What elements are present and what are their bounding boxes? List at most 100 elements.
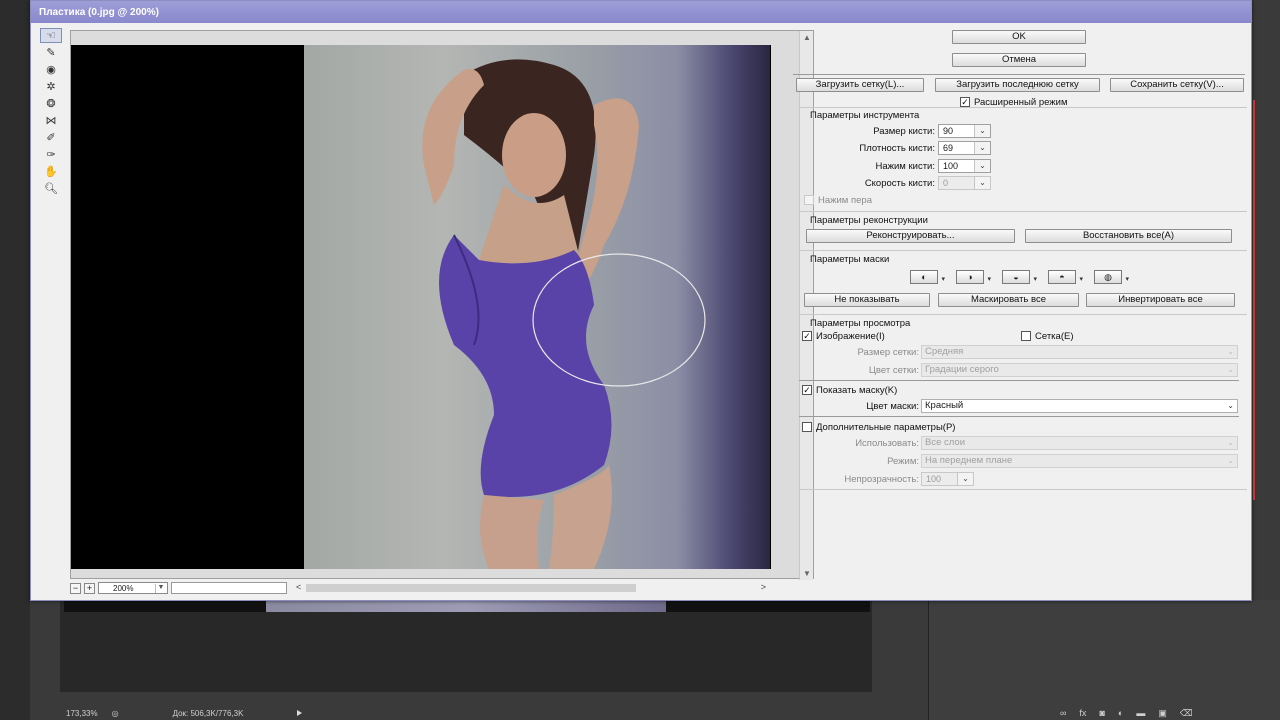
mask-color-label: Цвет маски:: [866, 401, 919, 412]
freeze-mask-tool-icon[interactable]: ✐: [40, 130, 62, 145]
chevron-down-icon: ⌄: [957, 473, 973, 485]
zoom-select[interactable]: 200% ▼: [98, 582, 168, 594]
brush-density-value: 69: [943, 143, 954, 153]
group-folder-icon[interactable]: ▬: [1136, 708, 1145, 719]
brush-rate-label: Скорость кисти:: [864, 178, 935, 189]
document-area: [60, 600, 872, 692]
mask-none-button[interactable]: Не показывать: [804, 293, 930, 307]
mask-replace-button[interactable]: ◐ ▾: [910, 270, 945, 284]
mask-subtract-button[interactable]: ◒ ▾: [1002, 270, 1037, 284]
divider: [799, 489, 1247, 490]
zoom-value: 200%: [113, 583, 134, 593]
scroll-thumb[interactable]: [306, 584, 636, 592]
restore-all-button[interactable]: Восстановить все(А): [1025, 229, 1232, 243]
zoom-in-button[interactable]: +: [84, 582, 95, 594]
mask-invert-icon: ◍: [1104, 271, 1112, 282]
brush-pressure-field[interactable]: 100 ⌄: [938, 159, 991, 173]
brush-density-field[interactable]: 69 ⌄: [938, 141, 991, 155]
brush-rate-value: 0: [943, 178, 949, 188]
preview-canvas[interactable]: [71, 45, 771, 569]
model-photo-illustration: [422, 59, 706, 569]
hand-tool-icon[interactable]: ✋: [40, 164, 62, 179]
advanced-mode-checkbox[interactable]: ✓: [960, 97, 970, 107]
mesh-color-label: Цвет сетки:: [868, 365, 919, 376]
pucker-tool-icon[interactable]: ✲: [40, 79, 62, 94]
divider: [799, 314, 1247, 315]
layer-mask-icon[interactable]: ◙: [1099, 708, 1104, 719]
reconstruct-tool-icon[interactable]: ✎: [40, 45, 62, 60]
chevron-down-icon: ⌄: [1227, 438, 1234, 447]
show-mesh-checkbox[interactable]: [1021, 331, 1031, 341]
push-left-tool-icon[interactable]: ⋈: [40, 113, 62, 128]
chevron-down-icon[interactable]: ⌄: [974, 125, 990, 137]
zoom-bar: − + 200% ▼ < >: [70, 581, 770, 595]
divider: [799, 107, 1247, 108]
show-mesh-label: Сетка(E): [1035, 331, 1074, 342]
brush-pressure-label: Нажим кисти:: [875, 161, 936, 172]
bloat-tool-icon[interactable]: ❂: [40, 96, 62, 111]
chevron-down-icon[interactable]: ⌄: [974, 160, 990, 172]
show-image-checkbox[interactable]: ✓: [802, 331, 812, 341]
status-zoom[interactable]: 173,33%: [66, 709, 98, 718]
document-image-visible-edge: [266, 600, 666, 612]
opacity-field: 100 ⌄: [921, 472, 974, 486]
use-label: Использовать:: [855, 438, 919, 449]
forward-warp-tool-icon[interactable]: ☜: [40, 28, 62, 43]
mask-add-icon: ◑: [967, 272, 973, 282]
zoom-out-button[interactable]: −: [70, 582, 81, 594]
mask-intersect-button[interactable]: ◓ ▾: [1048, 270, 1083, 284]
brush-size-field[interactable]: 90 ⌄: [938, 124, 991, 138]
link-layers-icon[interactable]: ∞: [1060, 708, 1066, 719]
mesh-color-value: Градации серого: [925, 364, 999, 375]
trash-icon[interactable]: ⌫: [1180, 708, 1193, 719]
brush-density-label: Плотность кисти:: [859, 143, 935, 154]
mask-add-button[interactable]: ◑ ▾: [956, 270, 991, 284]
mesh-size-label: Размер сетки:: [857, 347, 919, 358]
divider: [799, 211, 1247, 212]
extras-checkbox[interactable]: [802, 422, 812, 432]
mesh-color-select: Градации серого ⌄: [921, 363, 1238, 377]
thaw-mask-tool-icon[interactable]: ✑: [40, 147, 62, 162]
status-menu-arrow-icon[interactable]: [297, 710, 303, 716]
photoshop-toolbar-strip: [0, 0, 30, 720]
extras-label: Дополнительные параметры(P): [816, 422, 956, 433]
brush-size-label: Размер кисти:: [873, 126, 935, 137]
cancel-button[interactable]: Отмена: [952, 53, 1086, 67]
mesh-size-value: Средняя: [925, 346, 964, 357]
liquify-dialog: Пластика (0.jpg @ 200%) ☜ ✎ ◉ ✲ ❂ ⋈ ✐ ✑ …: [30, 0, 1252, 601]
status-bar: 173,33% ◎ Док: 506,3K/776,3K: [60, 706, 872, 720]
scroll-down-icon[interactable]: ▼: [803, 569, 811, 578]
mode-label: Режим:: [887, 456, 919, 467]
mask-replace-icon: ◐: [921, 272, 927, 282]
mask-invert-button[interactable]: ◍ ▾: [1094, 270, 1129, 284]
show-mask-checkbox[interactable]: ✓: [802, 385, 812, 395]
mask-color-select[interactable]: Красный ⌄: [921, 399, 1238, 413]
load-last-mesh-button[interactable]: Загрузить последнюю сетку: [935, 78, 1100, 92]
chevron-down-icon[interactable]: ⌄: [974, 142, 990, 154]
fx-icon[interactable]: fx: [1079, 708, 1086, 719]
panel-scroll-indicator: [1253, 100, 1255, 500]
save-mesh-button[interactable]: Сохранить сетку(V)...: [1110, 78, 1244, 92]
mask-all-button[interactable]: Маскировать все: [938, 293, 1079, 307]
invert-all-button[interactable]: Инвертировать все: [1086, 293, 1235, 307]
dialog-title: Пластика (0.jpg @ 200%): [31, 1, 1251, 23]
liquify-toolbar: ☜ ✎ ◉ ✲ ❂ ⋈ ✐ ✑ ✋ 🔍︎: [35, 27, 63, 198]
twirl-tool-icon[interactable]: ◉: [40, 62, 62, 77]
scroll-right-icon[interactable]: >: [761, 582, 766, 592]
scroll-left-icon[interactable]: <: [296, 582, 301, 592]
zoom-tool-icon[interactable]: 🔍︎: [40, 181, 62, 196]
reconstruct-button[interactable]: Реконструировать...: [806, 229, 1015, 243]
adjustment-layer-icon[interactable]: ◐: [1118, 708, 1123, 719]
status-info-icon[interactable]: ◎: [112, 709, 119, 718]
divider: [799, 380, 1239, 381]
opacity-label: Непрозрачность:: [844, 474, 919, 485]
chevron-down-icon: ⌄: [1227, 456, 1234, 465]
tool-options-heading: Параметры инструмента: [810, 110, 920, 121]
chevron-down-icon: ⌄: [1227, 365, 1234, 374]
load-mesh-button[interactable]: Загрузить сетку(L)...: [796, 78, 924, 92]
ok-button[interactable]: OK: [952, 30, 1086, 44]
scroll-up-icon[interactable]: ▲: [803, 33, 811, 42]
new-layer-icon[interactable]: ▣: [1158, 708, 1167, 719]
layers-panel-icons: ∞ fx ◙ ◐ ▬ ▣ ⌫: [1060, 708, 1193, 719]
preview-horizontal-scrollbar[interactable]: < >: [296, 582, 766, 594]
